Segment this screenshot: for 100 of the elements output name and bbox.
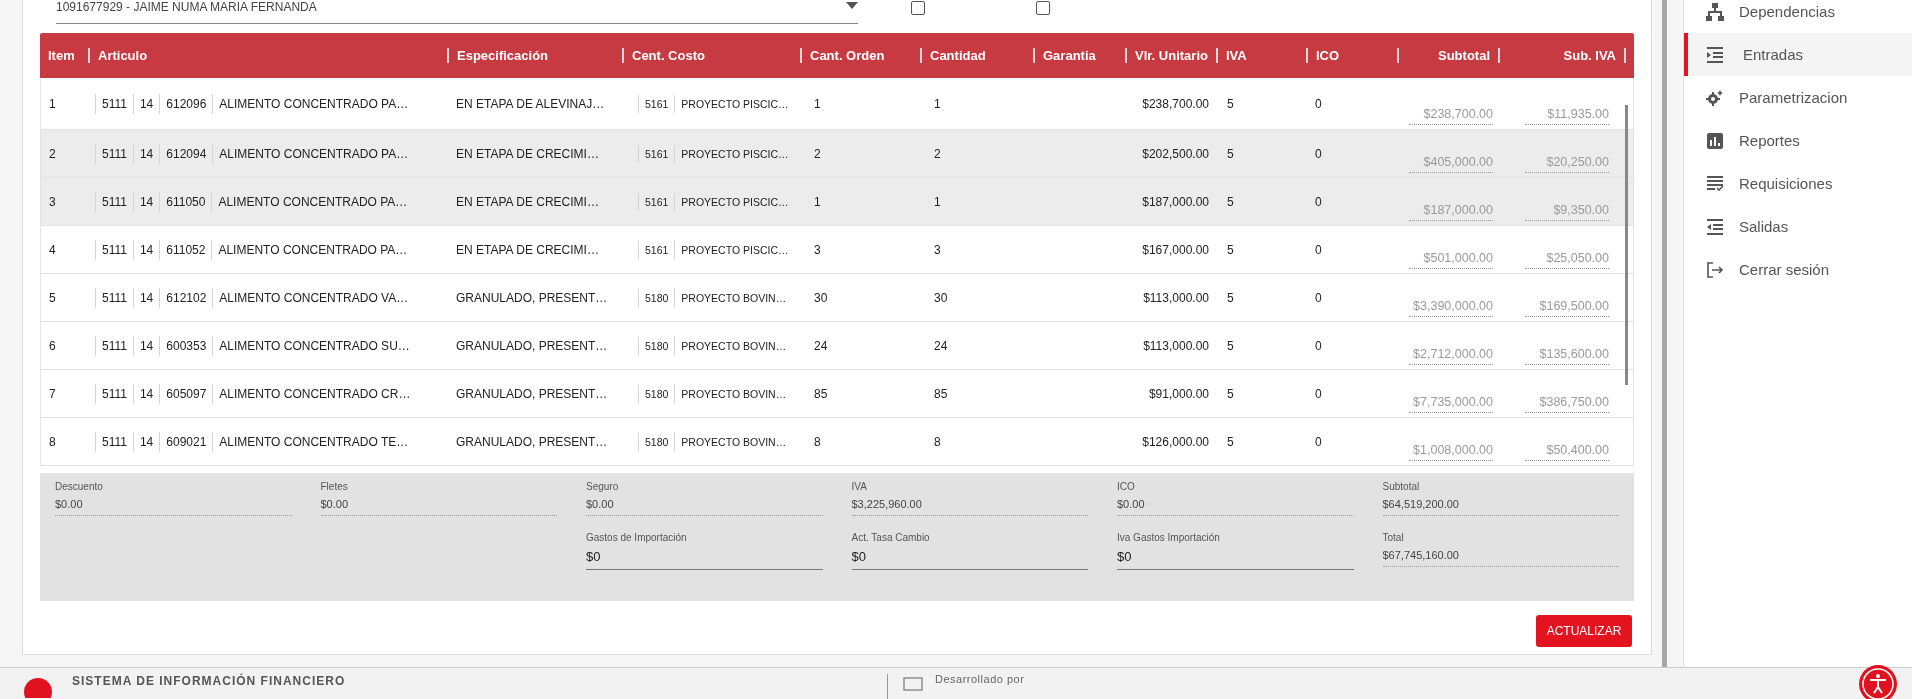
sidebar-item[interactable]: Salidas (1684, 205, 1912, 248)
sidebar-item[interactable]: Cerrar sesión (1684, 248, 1912, 291)
table-cell: ALIMENTO CONCENTRADO SU… (212, 335, 416, 356)
table-cell: 600353 (159, 335, 213, 356)
column-header: Cent. Costo (632, 48, 705, 63)
table-cell: PROYECTO BOVIN… (674, 384, 793, 403)
column-header: Cant. Orden (810, 48, 885, 63)
checkbox[interactable] (911, 1, 925, 15)
column-header: Item (48, 48, 75, 63)
table-cell: 0 (1315, 434, 1322, 449)
table-cell: 8 (49, 434, 56, 449)
table-cell: EN ETAPA DE CRECIMI… (456, 194, 599, 209)
indent-icon (1705, 44, 1725, 65)
table-cell: 24 (934, 338, 948, 353)
table-cell: 5111 (95, 239, 133, 260)
hierarchy-icon (1705, 1, 1725, 22)
monitor-icon (903, 677, 923, 692)
input-field[interactable]: $0 (1117, 549, 1354, 570)
table-cell: 5 (1227, 290, 1234, 305)
table-cell: 5180 (638, 336, 675, 355)
caret-icon (846, 2, 858, 9)
subtotal-field: $3,390,000.00 (1409, 299, 1493, 317)
table-cell: 611050 (159, 191, 212, 212)
table-cell: 5111 (95, 191, 133, 212)
outdent-icon (1705, 216, 1725, 237)
table-cell: 30 (934, 290, 948, 305)
table-cell: 5111 (95, 93, 133, 114)
table-cell: 5111 (95, 431, 133, 452)
sidebar-item[interactable]: Dependencias (1684, 0, 1912, 33)
readonly-field: $3,225,960.00 (851, 498, 1088, 516)
table-cell: PROYECTO PISCIC… (674, 94, 795, 113)
table-cell: EN ETAPA DE ALEVINAJ… (456, 96, 605, 111)
table-cell: 5 (1227, 242, 1234, 257)
table-cell: 611052 (159, 239, 212, 260)
sidebar-item[interactable]: Entradas (1684, 33, 1912, 76)
table-cell: $238,700.00 (1142, 96, 1209, 111)
sidebar-item[interactable]: Parametrizacion (1684, 76, 1912, 119)
table-cell: 5161 (638, 144, 675, 163)
table-cell: 14 (132, 383, 160, 404)
field-label: Seguro (586, 481, 620, 492)
table-cell: 1 (934, 96, 941, 111)
logo-icon (24, 678, 52, 699)
table-cell: 5 (1227, 338, 1234, 353)
table-cell: 0 (1315, 386, 1322, 401)
update-button[interactable]: ACTUALIZAR (1536, 615, 1632, 647)
column-header: Especificación (457, 48, 549, 63)
footer-title: SISTEMA DE INFORMACIÓN FINANCIERO (72, 674, 346, 689)
table-cell: 1 (49, 96, 56, 111)
table-cell: 5 (1227, 386, 1234, 401)
sidebar-item[interactable]: Requisiciones (1684, 162, 1912, 205)
footer-credit: Desarrollado por (935, 673, 1025, 686)
table-cell: 2 (814, 146, 821, 161)
table-cell: 5 (1227, 194, 1234, 209)
table-cell: 5 (1227, 434, 1234, 449)
table-cell: PROYECTO BOVIN… (674, 336, 793, 355)
table-cell: 85 (934, 386, 948, 401)
scrollbar[interactable] (1662, 0, 1667, 668)
checkbox[interactable] (1036, 1, 1050, 15)
table-cell: 5111 (95, 383, 133, 404)
field-label: Act. Tasa Cambio (851, 532, 931, 543)
table-cell: 609021 (159, 431, 213, 452)
table-cell: 5161 (638, 192, 675, 211)
accessibility-icon[interactable] (1858, 664, 1898, 699)
readonly-field: $0.00 (55, 498, 292, 516)
readonly-field: $64,519,200.00 (1382, 498, 1619, 516)
table-cell: 24 (814, 338, 828, 353)
table-cell: 1 (814, 96, 821, 111)
table-cell: PROYECTO BOVIN… (674, 432, 793, 451)
input-field[interactable]: $0 (586, 549, 823, 570)
field-label: Subtotal (1382, 481, 1421, 492)
table-row[interactable]: 3 5111 14 611050 ALIMENTO CONCENTRADO PA… EN ETAPA DE CRECIMI… 5161 PROYECTO PISCIC… 1 1 $187,000.00 5 0 $187,000.00 $9,350.00 (41, 178, 1633, 226)
table-cell: 5111 (95, 335, 133, 356)
table-cell: EN ETAPA DE CRECIMI… (456, 146, 599, 161)
table-cell: 5 (1227, 146, 1234, 161)
readonly-field: $67,745,160.00 (1382, 549, 1619, 567)
sub-iva-field: $50,400.00 (1525, 443, 1609, 461)
sidebar-item[interactable]: Reportes (1684, 119, 1912, 162)
table-cell: ALIMENTO CONCENTRADO PA… (211, 239, 414, 260)
table-row[interactable]: 2 5111 14 612094 ALIMENTO CONCENTRADO PA… EN ETAPA DE CRECIMI… 5161 PROYECTO PISCIC… 2 2 $202,500.00 5 0 $405,000.00 $20,250.00 (41, 130, 1633, 178)
scrollbar[interactable] (1625, 105, 1628, 385)
table-cell: 5180 (638, 432, 675, 451)
table-cell: 1 (934, 194, 941, 209)
table-cell: 612096 (159, 93, 213, 114)
table-cell: ALIMENTO CONCENTRADO CR… (212, 383, 417, 404)
supplier-select[interactable]: 1091677929 - JAIME NUMA MARIA FERNANDA (56, 0, 858, 24)
table-cell: 8 (934, 434, 941, 449)
table-cell: PROYECTO PISCIC… (674, 192, 795, 211)
table-cell: 3 (934, 242, 941, 257)
sub-iva-field: $386,750.00 (1525, 395, 1609, 413)
sub-iva-field: $11,935.00 (1525, 107, 1609, 125)
input-field[interactable]: $0 (851, 549, 1088, 570)
table-cell: 5180 (638, 288, 675, 307)
table-cell: 5111 (95, 287, 133, 308)
table-cell: GRANULADO, PRESENT… (456, 290, 608, 305)
table-cell: 612094 (159, 143, 213, 164)
sub-iva-field: $25,050.00 (1525, 251, 1609, 269)
sub-iva-field: $135,600.00 (1525, 347, 1609, 365)
column-header: Subtotal (1438, 48, 1490, 63)
table-cell: 14 (132, 287, 160, 308)
table-cell: $187,000.00 (1142, 194, 1209, 209)
